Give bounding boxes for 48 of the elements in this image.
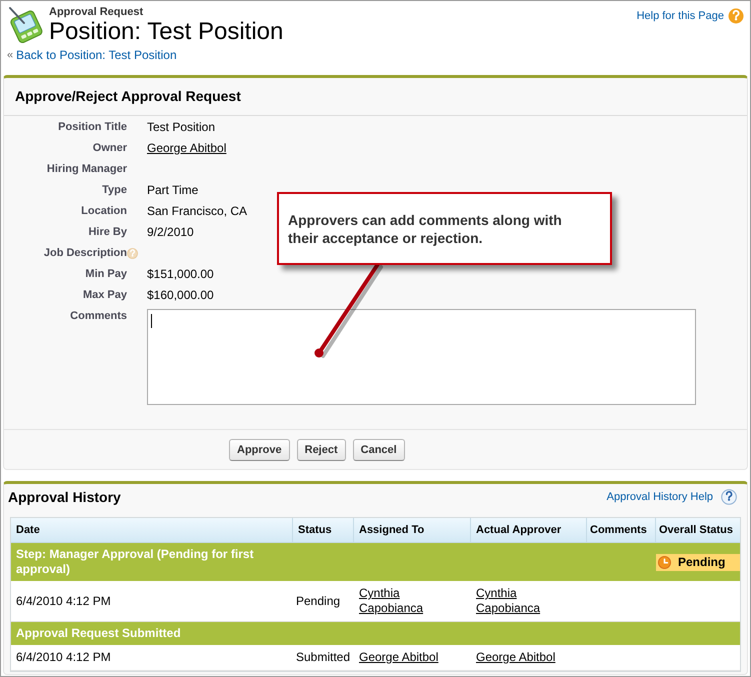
- field-label: Min Pay: [85, 267, 127, 282]
- step-title: Approval Request Submitted: [15, 625, 182, 642]
- help-icon: [721, 489, 737, 505]
- column-header: Date: [11, 518, 293, 543]
- assigned-to-link[interactable]: George Abitbol: [359, 650, 438, 665]
- back-marker: «: [7, 48, 14, 63]
- page-title: Position: Test Position: [49, 19, 284, 45]
- approver-link[interactable]: George Abitbol: [476, 650, 556, 665]
- field-label: Hiring Manager: [46, 162, 127, 177]
- breadcrumb-label: Approval Request: [49, 6, 144, 19]
- field-value: $151,000.00: [147, 267, 214, 281]
- field-value: Test Position: [147, 120, 216, 134]
- field-link[interactable]: George Abitbol: [147, 141, 226, 155]
- field-value: San Francisco, CA: [147, 204, 248, 218]
- column-header: Comments: [587, 518, 656, 543]
- status-label: Pending: [678, 554, 726, 570]
- clock-icon: [658, 556, 671, 568]
- field-label: Owner: [92, 141, 127, 156]
- help-link[interactable]: Approval History Help: [606, 490, 713, 504]
- comments-field[interactable]: [147, 309, 696, 405]
- field-value: 9/2/2010: [147, 225, 194, 239]
- action-button[interactable]: Reject: [296, 439, 346, 461]
- field-label: Type: [102, 183, 127, 198]
- column-header: Status: [293, 518, 354, 543]
- back-link[interactable]: Back to Position: Test Position: [16, 47, 177, 63]
- field-label: Location: [81, 204, 127, 219]
- field-value: $160,000.00: [147, 288, 214, 302]
- field-label: Hire By: [88, 225, 127, 240]
- field-label: Position Title: [58, 120, 127, 135]
- field-label: Max Pay: [82, 288, 127, 303]
- approver-link[interactable]: Cynthia Capobianca: [476, 586, 578, 616]
- step-title: Step: Manager Approval (Pending for first approval): [15, 546, 255, 578]
- column-header: Actual Approver: [471, 518, 587, 543]
- field-label: Job Description: [44, 246, 127, 261]
- section-title: Approve/Reject Approval Request: [15, 89, 241, 104]
- status-cell: Submitted: [293, 645, 354, 671]
- action-button[interactable]: Approve: [229, 439, 290, 461]
- field-value: Part Time: [147, 183, 198, 197]
- date-cell: 6/4/2010 4:12 PM: [11, 645, 293, 671]
- help-icon: [728, 8, 744, 24]
- action-button[interactable]: Cancel: [352, 439, 405, 461]
- help-link[interactable]: Help for this Page: [636, 8, 724, 24]
- field-label: Comments: [70, 309, 127, 324]
- column-header: Overall Status: [656, 518, 740, 543]
- column-header: Assigned To: [354, 518, 471, 543]
- section-title: Approval History: [8, 490, 121, 504]
- callout-box: Approvers can add comments along with their acceptance or rejection.: [277, 192, 612, 265]
- assigned-to-link[interactable]: Cynthia Capobianca: [359, 586, 462, 616]
